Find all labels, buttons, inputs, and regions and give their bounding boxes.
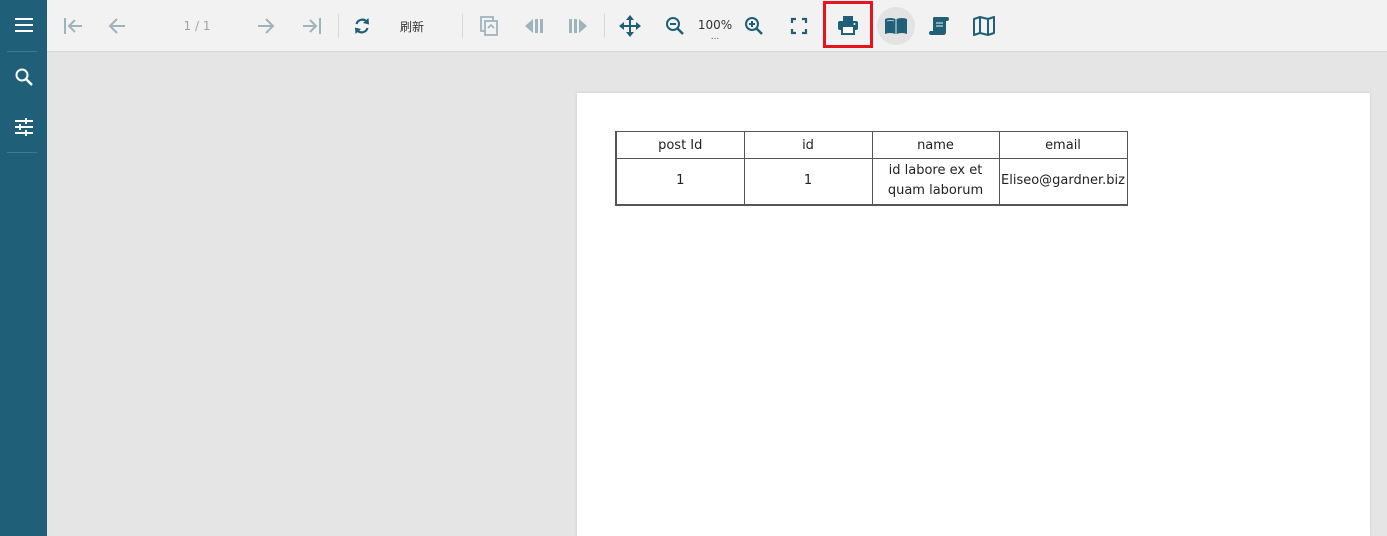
column-header-name: name bbox=[871, 131, 1000, 159]
report-table: post Id id name email 1 1 id labore ex e… bbox=[615, 131, 1128, 206]
toolbar-divider bbox=[604, 14, 605, 38]
next-page-button[interactable] bbox=[248, 0, 284, 52]
first-page-button[interactable] bbox=[55, 0, 91, 52]
cell-id: 1 bbox=[743, 158, 873, 206]
refresh-icon bbox=[355, 18, 369, 34]
fullscreen-icon bbox=[790, 17, 808, 35]
map-icon bbox=[973, 16, 995, 36]
column-header-post-id: post Id bbox=[615, 131, 745, 159]
menu-icon bbox=[14, 18, 33, 32]
search-button[interactable] bbox=[0, 52, 47, 102]
zoom-more-indicator: ... bbox=[710, 32, 720, 42]
table-row: 1 1 id labore ex et quam laborum Eliseo@… bbox=[615, 158, 1128, 206]
prev-section-icon bbox=[525, 19, 543, 33]
cell-name: id labore ex et quam laborum bbox=[871, 158, 1000, 206]
next-page-icon bbox=[258, 18, 275, 34]
toolbar-divider bbox=[338, 14, 339, 38]
prev-section-button[interactable] bbox=[516, 0, 552, 52]
map-view-button[interactable] bbox=[966, 0, 1002, 52]
sidebar-divider bbox=[7, 152, 37, 153]
print-button[interactable] bbox=[823, 1, 873, 48]
scroll-view-button[interactable] bbox=[921, 0, 957, 52]
print-icon bbox=[838, 15, 858, 35]
zoom-level: 100% bbox=[697, 18, 733, 32]
refresh-button[interactable] bbox=[344, 0, 380, 52]
last-page-button[interactable] bbox=[294, 0, 330, 52]
cell-email: Eliseo@gardner.biz bbox=[998, 158, 1128, 206]
fullscreen-button[interactable] bbox=[781, 0, 817, 52]
cell-name-line: id labore ex et bbox=[888, 163, 983, 179]
toolbar: 1 / 1 刷新 100% ... bbox=[47, 0, 1387, 52]
export-button[interactable] bbox=[471, 0, 507, 52]
zoom-level-control[interactable]: 100% ... bbox=[692, 0, 738, 52]
next-section-icon bbox=[569, 19, 587, 33]
search-icon bbox=[15, 68, 33, 86]
column-header-id: id bbox=[743, 131, 873, 159]
prev-page-icon bbox=[108, 18, 125, 34]
cell-name-line: quam laborum bbox=[887, 183, 984, 199]
toolbar-divider bbox=[462, 14, 463, 38]
zoom-in-button[interactable] bbox=[736, 0, 772, 52]
book-view-button[interactable] bbox=[877, 7, 915, 45]
menu-button[interactable] bbox=[0, 0, 47, 50]
report-page: post Id id name email 1 1 id labore ex e… bbox=[577, 93, 1370, 536]
book-open-icon bbox=[885, 18, 907, 34]
first-page-icon bbox=[64, 18, 82, 34]
cell-post-id: 1 bbox=[615, 158, 745, 206]
zoom-out-button[interactable] bbox=[657, 0, 693, 52]
sidebar bbox=[0, 0, 47, 536]
refresh-label[interactable]: 刷新 bbox=[387, 0, 437, 52]
table-header-row: post Id id name email bbox=[615, 131, 1128, 159]
parameters-icon bbox=[14, 118, 33, 136]
zoom-out-icon bbox=[666, 17, 684, 35]
last-page-icon bbox=[303, 18, 321, 34]
prev-page-button[interactable] bbox=[99, 0, 135, 52]
column-header-email: email bbox=[998, 131, 1128, 159]
move-icon bbox=[619, 15, 641, 37]
scroll-icon bbox=[929, 17, 949, 35]
page-indicator[interactable]: 1 / 1 bbox=[167, 0, 227, 52]
next-section-button[interactable] bbox=[560, 0, 596, 52]
move-button[interactable] bbox=[612, 0, 648, 52]
zoom-in-icon bbox=[745, 17, 763, 35]
export-icon bbox=[480, 16, 498, 36]
parameters-button[interactable] bbox=[0, 102, 47, 152]
